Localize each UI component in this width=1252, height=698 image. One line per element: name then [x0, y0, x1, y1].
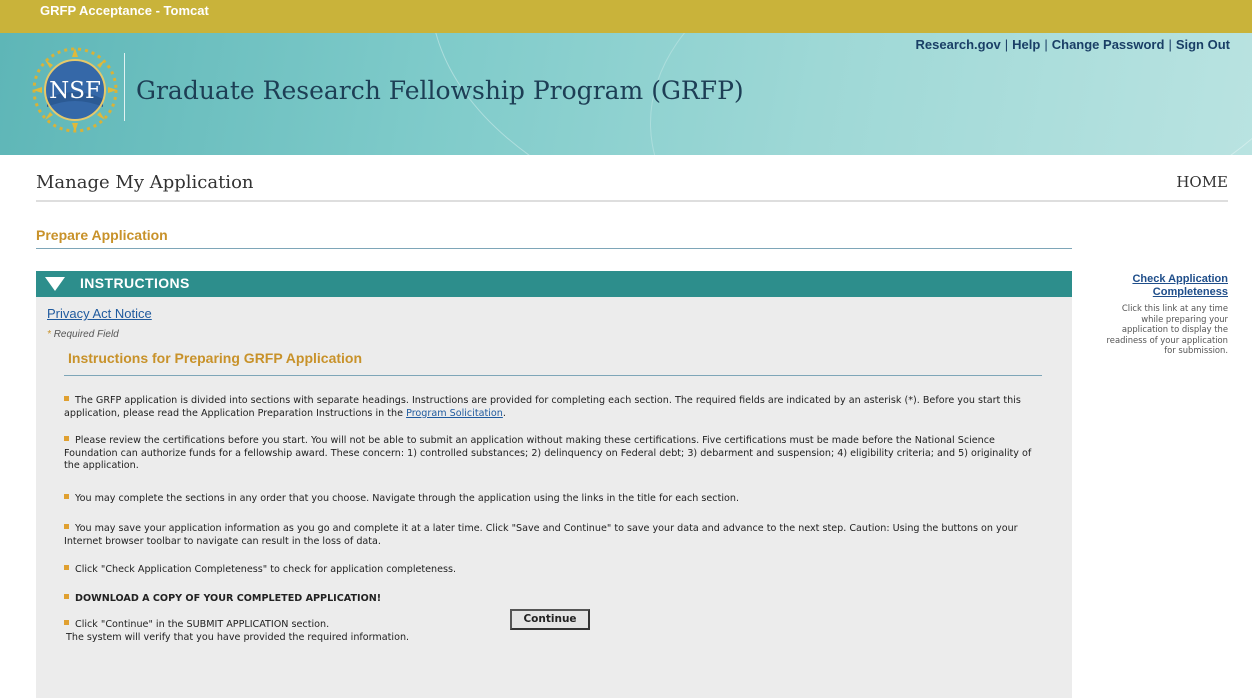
bullet-icon — [64, 565, 69, 570]
nsf-logo-text: NSF — [49, 78, 101, 104]
separator: | — [1004, 37, 1009, 52]
instructions-panel: Privacy Act Notice * Required Field Inst… — [36, 297, 1072, 698]
privacy-act-notice-link[interactable]: Privacy Act Notice — [47, 306, 152, 321]
home-link[interactable]: HOME — [1176, 173, 1228, 191]
instruction-text: You may complete the sections in any ord… — [75, 493, 739, 504]
bullet-icon — [64, 594, 69, 599]
required-asterisk: * — [47, 329, 51, 340]
sidebar-description: Click this link at any time while prepar… — [1106, 303, 1228, 355]
instruction-text: The system will verify that you have pro… — [66, 631, 410, 643]
divider — [64, 375, 1042, 376]
instruction-text: You may save your application informatio… — [64, 523, 1018, 547]
divider — [36, 200, 1228, 202]
program-solicitation-link[interactable]: Program Solicitation — [406, 408, 503, 419]
instruction-text: . — [502, 407, 506, 419]
section-heading: Prepare Application — [36, 227, 168, 243]
help-link[interactable]: Help — [1012, 37, 1040, 52]
continue-button[interactable]: Continue — [510, 609, 590, 630]
bullet-icon — [64, 620, 69, 625]
bullet-icon — [64, 524, 69, 529]
sign-out-link[interactable]: Sign Out — [1176, 37, 1230, 52]
nsf-logo-icon[interactable]: NSF — [32, 47, 118, 133]
environment-bar: GRFP Acceptance - Tomcat — [0, 0, 1252, 33]
bullet-icon — [64, 396, 69, 401]
bullet-icon — [64, 494, 69, 499]
program-title: Graduate Research Fellowship Program (GR… — [136, 76, 744, 105]
bullet-icon — [64, 436, 69, 441]
instruction-text: Please review the certifications before … — [64, 435, 1032, 471]
separator: | — [1044, 37, 1048, 52]
instruction-item: Please review the certifications before … — [64, 435, 1048, 473]
research-gov-link[interactable]: Research.gov — [916, 37, 1001, 52]
divider — [36, 248, 1072, 249]
logo-divider — [124, 53, 125, 121]
collapse-triangle-icon[interactable] — [44, 276, 66, 292]
instruction-item: Click "Check Application Completeness" t… — [64, 564, 1048, 577]
site-banner: Research.gov | Help | Change Password | Sign O… — [0, 33, 1252, 155]
top-nav-links: Research.gov | Help | Change Password | Sign O… — [916, 37, 1230, 52]
required-field-note: * Required Field — [47, 329, 119, 340]
instructions-toggle-bar[interactable]: INSTRUCTIONS — [36, 271, 1072, 297]
required-field-label: Required Field — [53, 329, 119, 340]
separator: | — [1168, 37, 1172, 52]
page-title: Manage My Application — [36, 172, 254, 193]
change-password-link[interactable]: Change Password — [1052, 37, 1165, 52]
instruction-item: DOWNLOAD A COPY OF YOUR COMPLETED APPLIC… — [64, 593, 1048, 606]
check-application-completeness-link[interactable]: Check Application Completeness — [1058, 273, 1228, 299]
instruction-item: You may save your application informatio… — [64, 523, 1048, 548]
instruction-text: DOWNLOAD A COPY OF YOUR COMPLETED APPLIC… — [75, 593, 382, 604]
sidebar-box: Check Application Completeness Click thi… — [1058, 273, 1228, 356]
instruction-text: Click "Check Application Completeness" t… — [75, 564, 457, 575]
instruction-text: The GRFP application is divided into sec… — [64, 395, 1021, 419]
environment-title: GRFP Acceptance - Tomcat — [40, 3, 209, 18]
instruction-item: The GRFP application is divided into sec… — [64, 395, 1048, 420]
instruction-text: Click "Continue" in the SUBMIT APPLICATI… — [75, 619, 330, 630]
instructions-title: Instructions for Preparing GRFP Applicat… — [68, 350, 363, 366]
instructions-bar-label: INSTRUCTIONS — [80, 275, 190, 291]
instruction-item: You may complete the sections in any ord… — [64, 493, 1048, 506]
